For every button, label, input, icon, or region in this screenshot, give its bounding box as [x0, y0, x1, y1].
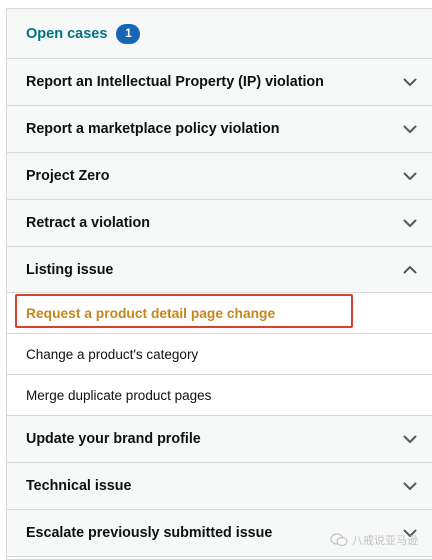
chevron-up-icon	[402, 262, 418, 278]
accordion-marketplace-policy[interactable]: Report a marketplace policy violation	[7, 106, 432, 153]
chevron-down-icon	[402, 215, 418, 231]
sub-item-label: Merge duplicate product pages	[26, 387, 212, 403]
accordion-label: Escalate previously submitted issue	[26, 525, 273, 541]
sub-item-request-detail-page-change[interactable]: Request a product detail page change	[7, 293, 432, 334]
chevron-down-icon	[402, 74, 418, 90]
wechat-icon	[330, 533, 348, 547]
watermark: 八戒说亚马逊	[330, 532, 418, 548]
accordion-label: Report an Intellectual Property (IP) vio…	[26, 74, 324, 90]
accordion-project-zero[interactable]: Project Zero	[7, 153, 432, 200]
accordion-listing-issue[interactable]: Listing issue	[7, 247, 432, 293]
watermark-text: 八戒说亚马逊	[352, 535, 418, 547]
accordion-technical-issue[interactable]: Technical issue	[7, 463, 432, 510]
accordion-ip-violation[interactable]: Report an Intellectual Property (IP) vio…	[7, 59, 432, 106]
accordion-label: Listing issue	[26, 261, 114, 278]
sub-item-merge-duplicates[interactable]: Merge duplicate product pages	[7, 375, 432, 416]
accordion-label: Report a marketplace policy violation	[26, 121, 280, 137]
sub-item-change-category[interactable]: Change a product's category	[7, 334, 432, 375]
sub-item-label: Request a product detail page change	[26, 305, 276, 321]
accordion-label: Update your brand profile	[26, 431, 201, 447]
chevron-down-icon	[402, 121, 418, 137]
chevron-down-icon	[402, 431, 418, 447]
chevron-down-icon	[402, 168, 418, 184]
accordion-update-brand-profile[interactable]: Update your brand profile	[7, 416, 432, 463]
chevron-down-icon	[402, 478, 418, 494]
help-case-panel: Open cases 1 Report an Intellectual Prop…	[6, 8, 432, 560]
accordion-label: Project Zero	[26, 168, 110, 184]
sub-item-label: Change a product's category	[26, 346, 199, 362]
accordion-label: Technical issue	[26, 478, 132, 494]
open-cases-count-badge: 1	[116, 23, 141, 44]
accordion-label: Retract a violation	[26, 215, 150, 231]
open-cases-header[interactable]: Open cases 1	[7, 9, 432, 59]
accordion-retract-violation[interactable]: Retract a violation	[7, 200, 432, 247]
open-cases-link[interactable]: Open cases	[26, 26, 107, 42]
